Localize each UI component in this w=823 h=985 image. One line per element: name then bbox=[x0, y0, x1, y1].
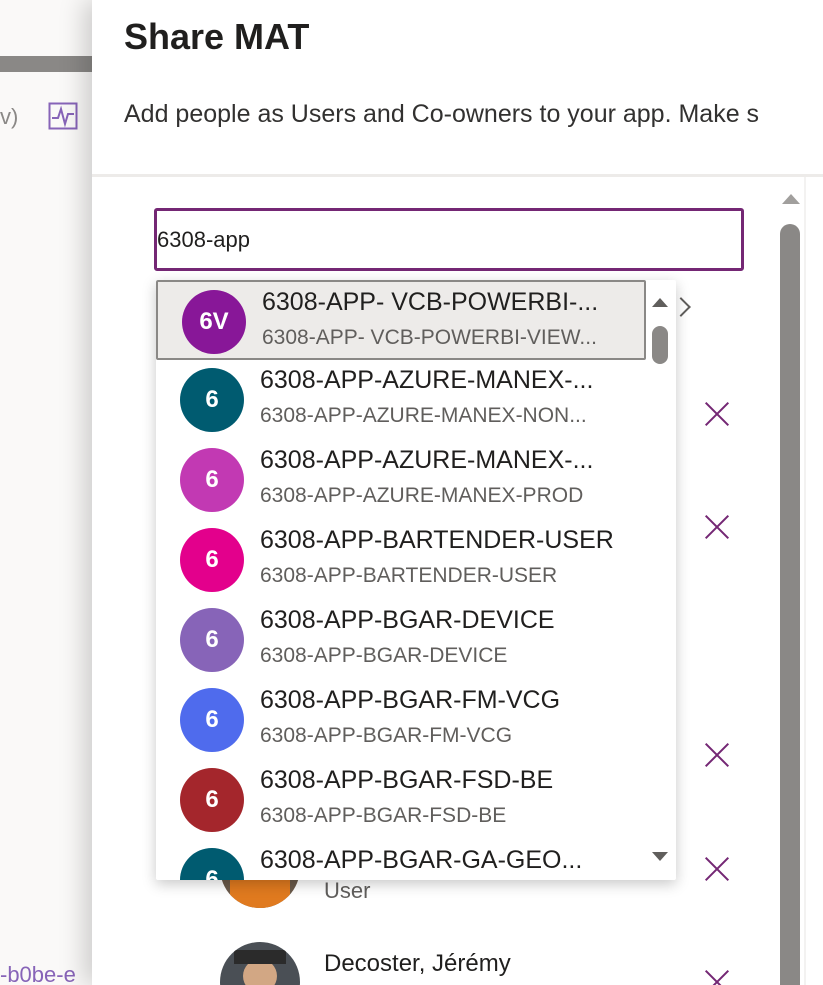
person-role: User bbox=[324, 878, 371, 903]
suggestion-name: 6308-APP-BGAR-FSD-BE bbox=[260, 766, 554, 794]
suggestion-email: 6308-APP-AZURE-MANEX-NON... bbox=[260, 404, 587, 427]
background-link[interactable]: -b0be-e bbox=[0, 962, 76, 985]
remove-person-button[interactable] bbox=[704, 513, 732, 541]
person-name: Decoster, Jérémy bbox=[324, 950, 511, 977]
suggestion-name: 6308-APP- VCB-POWERBI-... bbox=[262, 288, 599, 316]
people-search-box[interactable] bbox=[154, 208, 744, 271]
avatar: 6 bbox=[180, 528, 244, 592]
remove-person-button[interactable] bbox=[704, 400, 732, 428]
suggestion-email: 6308-APP-BGAR-FSD-BE bbox=[260, 804, 507, 827]
avatar bbox=[220, 942, 300, 985]
pulse-chart-icon[interactable] bbox=[48, 102, 78, 130]
suggestion-name: 6308-APP-BGAR-DEVICE bbox=[260, 606, 555, 634]
people-suggestions-dropdown: 6V 6308-APP- VCB-POWERBI-... 6308-APP- VCB… bbox=[156, 280, 676, 880]
suggestion-item[interactable]: 6 6308-APP-AZURE-MANEX-... 6308-APP-AZURE-… bbox=[156, 440, 646, 520]
chevron-up-icon[interactable] bbox=[652, 298, 668, 307]
avatar: 6 bbox=[180, 608, 244, 672]
avatar: 6 bbox=[180, 448, 244, 512]
panel-edge bbox=[804, 177, 806, 985]
suggestion-email: 6308-APP-BGAR-DEVICE bbox=[260, 644, 508, 667]
panel-divider bbox=[92, 174, 823, 177]
scrollbar-thumb[interactable] bbox=[652, 326, 668, 364]
suggestion-item[interactable]: 6 6308-APP-BGAR-FM-VCG 6308-APP-BGAR-FM-VC… bbox=[156, 680, 646, 760]
suggestion-email: 6308-APP-AZURE-MANEX-PROD bbox=[260, 484, 584, 507]
suggestion-email: 6308-APP- VCB-POWERBI-VIEW... bbox=[262, 326, 597, 349]
background-app: v) -b0be-e bbox=[0, 0, 100, 985]
background-toolbar bbox=[0, 56, 100, 72]
avatar: 6 bbox=[180, 368, 244, 432]
suggestion-item[interactable]: 6 6308-APP-AZURE-MANEX-... 6308-APP-AZURE-… bbox=[156, 360, 646, 440]
suggestion-email: 6308-APP-BGAR-FM-VCG bbox=[260, 724, 513, 747]
suggestion-name: 6308-APP-AZURE-MANEX-... bbox=[260, 366, 594, 394]
suggestion-item[interactable]: 6 6308-APP-BARTENDER-USER 6308-APP-BARTEND… bbox=[156, 520, 646, 600]
panel-scrollbar[interactable] bbox=[778, 180, 804, 985]
people-search-input[interactable] bbox=[157, 211, 741, 268]
chevron-down-icon[interactable] bbox=[652, 852, 668, 861]
suggestion-email: 6308-APP-BARTENDER-USER bbox=[260, 564, 558, 587]
avatar: 6 bbox=[180, 848, 244, 880]
avatar: 6 bbox=[180, 688, 244, 752]
suggestion-name: 6308-APP-AZURE-MANEX-... bbox=[260, 446, 594, 474]
suggestion-item[interactable]: 6 6308-APP-BGAR-FSD-BE 6308-APP-BGAR-FSD-B… bbox=[156, 760, 646, 840]
suggestion-name: 6308-APP-BGAR-GA-GEO... bbox=[260, 846, 583, 874]
avatar: 6V bbox=[182, 290, 246, 354]
chevron-up-icon[interactable] bbox=[782, 194, 800, 204]
remove-person-button[interactable] bbox=[704, 968, 732, 985]
remove-person-button[interactable] bbox=[704, 741, 732, 769]
panel-description: Add people as Users and Co-owners to you… bbox=[124, 100, 760, 128]
suggestion-name: 6308-APP-BGAR-FM-VCG bbox=[260, 686, 561, 714]
dropdown-scrollbar[interactable] bbox=[646, 280, 676, 880]
panel-title: Share MAT bbox=[124, 16, 310, 57]
suggestion-item[interactable]: 6 6308-APP-BGAR-GA-GEO... bbox=[156, 840, 646, 880]
suggestion-item[interactable]: 6V 6308-APP- VCB-POWERBI-... 6308-APP- VCB… bbox=[156, 280, 646, 360]
suggestion-name: 6308-APP-BARTENDER-USER bbox=[260, 526, 614, 554]
suggestion-item[interactable]: 6 6308-APP-BGAR-DEVICE 6308-APP-BGAR-DEVIC… bbox=[156, 600, 646, 680]
remove-person-button[interactable] bbox=[704, 855, 732, 883]
background-text: v) bbox=[0, 104, 19, 129]
avatar: 6 bbox=[180, 768, 244, 832]
scrollbar-thumb[interactable] bbox=[780, 224, 800, 985]
